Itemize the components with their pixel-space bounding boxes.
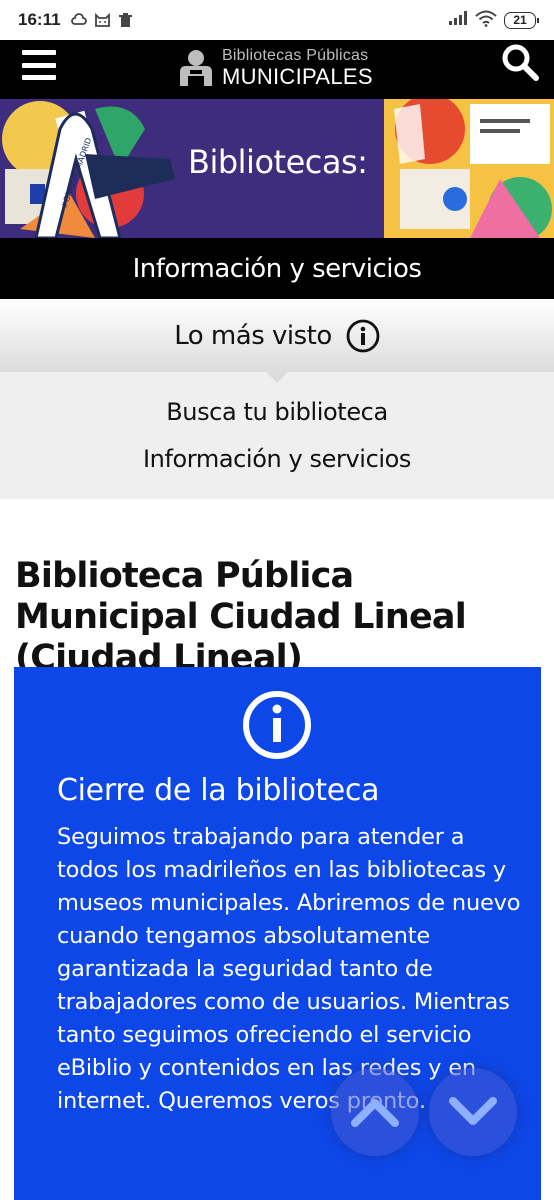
wifi-icon bbox=[475, 10, 497, 31]
scroll-up-button[interactable] bbox=[331, 1068, 419, 1156]
scroll-down-button[interactable] bbox=[429, 1068, 517, 1156]
most-viewed-link-find-library[interactable]: Busca tu biblioteca bbox=[0, 398, 554, 426]
hero-banner: #GRACIASMADRID Bibliotecas: bbox=[0, 99, 554, 238]
battery-icon: 21 bbox=[504, 11, 539, 29]
info-icon[interactable] bbox=[346, 319, 380, 353]
caret-down-icon bbox=[266, 372, 288, 383]
search-icon[interactable] bbox=[500, 42, 540, 82]
section-header: Información y servicios bbox=[0, 238, 554, 299]
site-header: Bibliotecas Públicas MUNICIPALES bbox=[0, 40, 554, 99]
logo-line-2: MUNICIPALES bbox=[222, 64, 373, 89]
most-viewed-link-info-services[interactable]: Información y servicios bbox=[0, 445, 554, 473]
signal-icon bbox=[448, 10, 468, 30]
trash-icon bbox=[117, 12, 134, 29]
page-title: Biblioteca Pública Municipal Ciudad Line… bbox=[15, 556, 467, 678]
banner-title: Bibliotecas: bbox=[188, 143, 368, 181]
status-time: 16:11 bbox=[18, 10, 61, 29]
info-icon bbox=[243, 691, 311, 759]
most-viewed-label: Lo más visto bbox=[174, 320, 332, 351]
most-viewed-list: Busca tu biblioteca Información y servic… bbox=[0, 372, 554, 499]
chevron-up-icon bbox=[351, 1099, 399, 1127]
logo-line-1: Bibliotecas Públicas bbox=[222, 47, 369, 64]
site-logo[interactable]: Bibliotecas Públicas MUNICIPALES bbox=[176, 45, 373, 91]
chevron-down-icon bbox=[449, 1097, 497, 1125]
menu-icon[interactable] bbox=[22, 50, 56, 80]
status-bar: 16:11 21 bbox=[0, 0, 554, 40]
cat-icon bbox=[94, 12, 111, 29]
weather-icon bbox=[70, 12, 88, 29]
battery-level: 21 bbox=[513, 13, 527, 27]
notice-title: Cierre de la biblioteca bbox=[57, 773, 380, 808]
logo-icon bbox=[180, 50, 212, 86]
section-title: Información y servicios bbox=[132, 253, 422, 284]
most-viewed-toggle[interactable]: Lo más visto bbox=[0, 299, 554, 372]
